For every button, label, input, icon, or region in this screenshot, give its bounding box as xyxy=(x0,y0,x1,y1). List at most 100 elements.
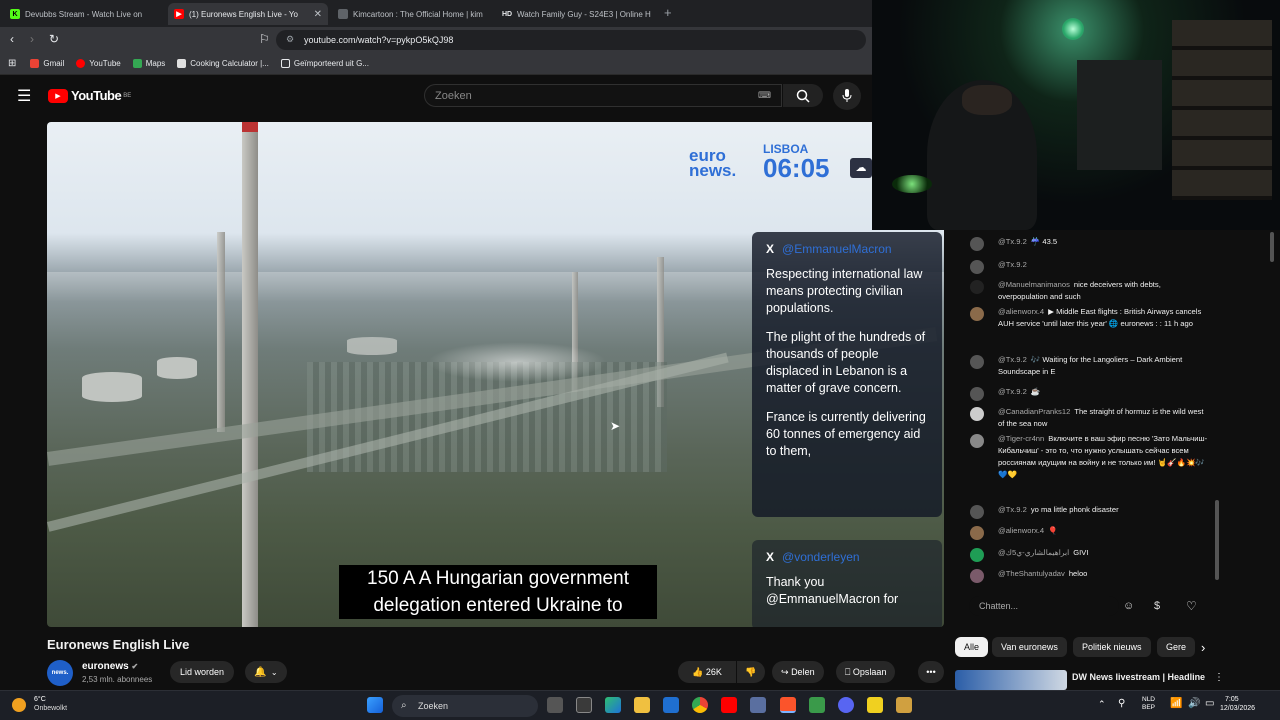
weather-moon-icon[interactable] xyxy=(12,698,26,712)
site-info-icon[interactable]: ⚙ xyxy=(286,34,294,45)
search-button[interactable] xyxy=(783,84,823,107)
chat-message: @alienworx.4 ▶ Middle East flights : Brit… xyxy=(970,306,1210,330)
tab-kick-stream[interactable]: K Devubbs Stream - Watch Live on xyxy=(4,3,164,25)
store-icon[interactable] xyxy=(576,697,592,713)
wifi-icon[interactable]: 📶 xyxy=(1170,698,1182,709)
weather-description[interactable]: Onbewolkt xyxy=(34,705,67,712)
language-indicator[interactable]: NLD xyxy=(1142,696,1155,703)
chevron-up-icon[interactable]: ⌃ xyxy=(1098,699,1106,710)
bookmark-youtube[interactable]: YouTube xyxy=(76,59,121,68)
chat-author[interactable]: @Tiger-cr4nn xyxy=(998,434,1044,443)
windows-start-icon[interactable] xyxy=(367,697,383,713)
close-tab-icon[interactable]: ✕ xyxy=(314,9,322,20)
chat-author[interactable]: @Tx.9.2 xyxy=(998,387,1027,396)
storage-tank xyxy=(82,372,142,402)
outlook-icon[interactable] xyxy=(663,697,679,713)
chat-author[interactable]: @ابراهيمالشاري-ي5ك xyxy=(998,548,1069,557)
share-label: Delen xyxy=(791,667,815,677)
bookmark-maps[interactable]: Maps xyxy=(132,59,165,68)
bookmark-gmail[interactable]: Gmail xyxy=(30,59,64,68)
discord-icon[interactable] xyxy=(838,697,854,713)
join-button[interactable]: Lid worden xyxy=(170,661,235,683)
app-icon[interactable] xyxy=(809,697,825,713)
chat-input[interactable]: Chatten... xyxy=(969,596,1119,616)
x-post-paragraph: Respecting international law means prote… xyxy=(766,267,923,315)
monitor xyxy=(1077,60,1162,170)
chat-author[interactable]: @Tx.9.2 xyxy=(998,260,1027,269)
tab-kimcartoon[interactable]: Kimcartoon : The Official Home | kim xyxy=(332,3,492,25)
more-vertical-icon[interactable]: ⋮ xyxy=(1214,672,1224,683)
keyboard-layout[interactable]: BEP xyxy=(1142,704,1155,711)
video-title: Euronews English Live xyxy=(47,637,190,652)
dislike-button[interactable]: 👎 xyxy=(737,661,765,683)
save-button[interactable]: ⎕ Opslaan xyxy=(836,661,896,683)
task-view-icon[interactable] xyxy=(547,697,563,713)
bookmark-cooking-calculator[interactable]: Cooking Calculator |... xyxy=(177,59,269,68)
chip-from-euronews[interactable]: Van euronews xyxy=(992,637,1067,657)
page-scrollbar[interactable] xyxy=(1270,232,1274,262)
volume-icon[interactable]: 🔊 xyxy=(1188,698,1200,709)
chat-author[interactable]: @Manuelmanimanos xyxy=(998,280,1070,289)
search-input[interactable]: Zoeken ⌨ xyxy=(424,84,782,107)
file-explorer-icon[interactable] xyxy=(634,697,650,713)
new-tab-button[interactable]: + xyxy=(664,5,672,20)
youtube-icon xyxy=(76,59,86,68)
like-button[interactable]: 👍 26K xyxy=(678,661,736,683)
youtube-logo[interactable]: ▶ YouTube BE xyxy=(48,88,131,103)
back-icon[interactable]: ‹ xyxy=(10,32,14,46)
tab-family-guy[interactable]: HD Watch Family Guy - S24E3 | Online H xyxy=(496,3,656,25)
chat-author[interactable]: @Tx.9.2 xyxy=(998,355,1027,364)
brave-icon[interactable] xyxy=(780,697,796,713)
notifications-button[interactable]: 🔔 ⌄ xyxy=(245,661,287,683)
taskbar-search[interactable]: ⌕ Zoeken xyxy=(392,695,538,717)
youtube-app-icon[interactable] xyxy=(721,697,737,713)
chat-author[interactable]: @CanadianPranks12 xyxy=(998,407,1070,416)
youtube-header: ☰ ▶ YouTube BE Zoeken ⌨ xyxy=(0,76,872,116)
forward-icon[interactable]: › xyxy=(30,32,34,46)
url-field[interactable]: ⚙ youtube.com/watch?v=pykpO5kQJ98 xyxy=(276,30,866,50)
menu-icon[interactable]: ☰ xyxy=(17,86,31,106)
chat-author[interactable]: @alienworx.4 xyxy=(998,307,1044,316)
app-icon[interactable] xyxy=(896,697,912,713)
emoji-icon[interactable]: ☺ xyxy=(1123,600,1134,612)
calculator-icon[interactable] xyxy=(750,697,766,713)
like-count: 26K xyxy=(705,667,722,677)
tab-label: Kimcartoon : The Official Home | kim xyxy=(353,9,483,19)
voice-search-button[interactable] xyxy=(833,82,861,110)
tray-icon[interactable]: ⚲ xyxy=(1118,698,1125,709)
chip-all[interactable]: Alle xyxy=(955,637,989,657)
avatar xyxy=(970,387,984,401)
reload-icon[interactable]: ↻ xyxy=(49,32,59,46)
clock-time[interactable]: 7:05 xyxy=(1225,696,1239,703)
channel-name[interactable]: euronews ✔ xyxy=(82,661,138,672)
chevron-right-icon[interactable]: › xyxy=(1201,640,1205,655)
recommended-title[interactable]: DW News livestream | Headline xyxy=(1072,672,1205,682)
channel-avatar[interactable]: news. xyxy=(47,660,73,686)
chat-scrollbar[interactable] xyxy=(1215,500,1219,580)
bookmark-folder-imported[interactable]: Geïmporteerd uit G... xyxy=(280,59,369,68)
app-icon[interactable] xyxy=(867,697,883,713)
heart-icon[interactable]: ♡ xyxy=(1186,599,1197,613)
bookmark-icon[interactable]: ⚐ xyxy=(259,32,270,46)
battery-icon[interactable]: ▭ xyxy=(1205,698,1214,709)
chat-author[interactable]: @alienworx.4 xyxy=(998,526,1044,535)
x-post-paragraph: France is currently delivering 60 tonnes… xyxy=(766,410,926,458)
chat-author[interactable]: @TheShantulyadav xyxy=(998,569,1065,578)
tab-youtube-euronews[interactable]: ▶ (1) Euronews English Live - Yo ✕ xyxy=(168,3,328,25)
apps-grid-icon[interactable]: ⊞ xyxy=(8,58,16,69)
video-player[interactable]: euro news. LISBOA 06:05 ☁ X @EmmanuelMacr… xyxy=(47,122,944,627)
clock-date[interactable]: 12/03/2026 xyxy=(1220,705,1255,712)
more-actions-button[interactable]: ••• xyxy=(918,661,944,683)
chip-related[interactable]: Gere xyxy=(1157,637,1196,657)
chat-author[interactable]: @Tx.9.2 xyxy=(998,237,1027,246)
share-button[interactable]: ↪ Delen xyxy=(772,661,824,683)
chrome-icon[interactable] xyxy=(692,697,708,713)
edge-icon[interactable] xyxy=(605,697,621,713)
weather-temp[interactable]: 6°C xyxy=(34,696,46,703)
chip-political-news[interactable]: Politiek nieuws xyxy=(1073,637,1151,657)
keyboard-icon[interactable]: ⌨ xyxy=(758,90,771,101)
super-chat-icon[interactable]: $ xyxy=(1154,600,1160,612)
recommended-thumbnail[interactable] xyxy=(955,670,1067,690)
chimney-main xyxy=(242,122,258,627)
chat-author[interactable]: @Tx.9.2 xyxy=(998,505,1027,514)
